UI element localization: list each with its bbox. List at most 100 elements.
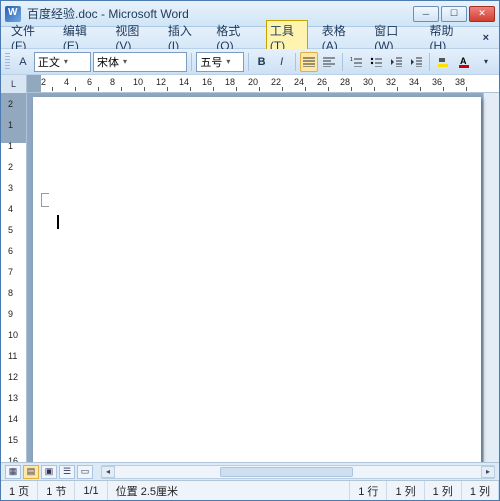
chevron-down-icon: ▾ xyxy=(123,57,127,66)
ruler-number: 38 xyxy=(455,77,465,87)
normal-view-button[interactable]: ▦ xyxy=(5,465,21,479)
ruler-number: 36 xyxy=(432,77,442,87)
work-area: 21123456789101112131415161718 xyxy=(1,93,499,462)
style-value: 正文 xyxy=(38,54,60,70)
ruler-number: 3 xyxy=(8,183,13,193)
ruler-number: 12 xyxy=(8,372,18,382)
decrease-indent-button[interactable] xyxy=(387,52,405,72)
highlight-button[interactable] xyxy=(434,52,454,72)
formatting-toolbar: A 正文▾ 宋体▾ 五号▾ B I 1 A xyxy=(1,49,499,75)
increase-indent-button[interactable] xyxy=(407,52,425,72)
svg-text:A: A xyxy=(460,56,467,66)
ruler-tick xyxy=(98,87,99,91)
align-left-button[interactable] xyxy=(320,52,338,72)
ruler-number: 2 xyxy=(8,99,13,109)
ruler-tick xyxy=(420,87,421,91)
status-col1[interactable]: 1 列 xyxy=(387,481,424,500)
ruler-number: 16 xyxy=(202,77,212,87)
size-combo[interactable]: 五号▾ xyxy=(196,52,243,72)
font-color-button[interactable]: A xyxy=(455,52,475,72)
ruler-number: 32 xyxy=(386,77,396,87)
reading-view-button[interactable]: ▭ xyxy=(77,465,93,479)
status-col2[interactable]: 1 列 xyxy=(425,481,462,500)
ruler-number: 28 xyxy=(340,77,350,87)
numbered-list-button[interactable]: 1 xyxy=(347,52,365,72)
svg-text:1: 1 xyxy=(350,57,353,63)
font-value: 宋体 xyxy=(97,54,119,70)
close-document-button[interactable]: × xyxy=(479,32,493,44)
ruler-number: 14 xyxy=(8,414,18,424)
ruler-margin-top xyxy=(1,93,26,143)
status-page[interactable]: 1 页 xyxy=(1,481,38,500)
web-layout-view-button[interactable]: ▣ xyxy=(41,465,57,479)
bold-button[interactable]: B xyxy=(253,52,271,72)
size-value: 五号 xyxy=(200,54,222,70)
status-pages[interactable]: 1/1 xyxy=(75,481,107,500)
styles-pane-button[interactable]: A xyxy=(14,52,32,72)
align-justify-button[interactable] xyxy=(300,52,318,72)
ruler-number: 13 xyxy=(8,393,18,403)
view-bar: ▦ ▤ ▣ ☰ ▭ ◂ ▸ xyxy=(1,462,499,480)
margin-indicator-icon xyxy=(41,193,49,207)
toolbar-grip-icon[interactable] xyxy=(5,53,10,71)
outline-view-button[interactable]: ☰ xyxy=(59,465,75,479)
ruler-tick xyxy=(466,87,467,91)
close-button[interactable]: ✕ xyxy=(469,6,495,22)
ruler-number: 6 xyxy=(8,246,13,256)
status-line[interactable]: 1 行 xyxy=(350,481,387,500)
ruler-number: 10 xyxy=(8,330,18,340)
ruler-number: 2 xyxy=(8,162,13,172)
ruler-tick xyxy=(213,87,214,91)
ruler-scale: 2468101214161820222426283032343638 xyxy=(27,75,499,92)
ruler-tick xyxy=(236,87,237,91)
separator xyxy=(342,53,343,71)
scroll-thumb[interactable] xyxy=(220,467,353,477)
status-position[interactable]: 位置 2.5厘米 xyxy=(108,481,351,500)
ruler-number: 11 xyxy=(8,351,17,361)
bulleted-list-icon xyxy=(370,57,382,67)
vertical-ruler[interactable]: 21123456789101112131415161718 xyxy=(1,93,27,462)
scroll-left-button[interactable]: ◂ xyxy=(101,466,115,478)
ruler-number: 22 xyxy=(271,77,281,87)
chevron-down-icon: ▾ xyxy=(64,57,68,66)
separator xyxy=(191,53,192,71)
ruler-tick xyxy=(52,87,53,91)
word-window: 百度经验.doc - Microsoft Word ─ ☐ ✕ 文件(F) 编辑… xyxy=(0,0,500,501)
ruler-number: 34 xyxy=(409,77,419,87)
status-bar: 1 页 1 节 1/1 位置 2.5厘米 1 行 1 列 1 列 1 列 xyxy=(1,480,499,500)
status-col3[interactable]: 1 列 xyxy=(462,481,499,500)
ruler-tick xyxy=(305,87,306,91)
ruler-tick xyxy=(144,87,145,91)
align-left-icon xyxy=(323,57,335,67)
ruler-tick xyxy=(259,87,260,91)
ruler-number: 12 xyxy=(156,77,166,87)
document-page[interactable] xyxy=(33,97,481,462)
align-justify-icon xyxy=(303,57,315,67)
ruler-tick xyxy=(282,87,283,91)
horizontal-ruler[interactable]: L 2468101214161820222426283032343638 xyxy=(1,75,499,93)
ruler-number: 7 xyxy=(8,267,13,277)
page-viewport[interactable] xyxy=(27,93,483,462)
ruler-number: 1 xyxy=(8,120,13,130)
print-layout-view-button[interactable]: ▤ xyxy=(23,465,39,479)
scroll-right-button[interactable]: ▸ xyxy=(481,466,495,478)
vertical-scrollbar[interactable] xyxy=(483,93,499,462)
status-section[interactable]: 1 节 xyxy=(38,481,75,500)
ruler-number: 4 xyxy=(64,77,69,87)
toolbar-options-button[interactable]: ▾ xyxy=(477,52,495,72)
separator xyxy=(429,53,430,71)
horizontal-scrollbar[interactable]: ◂ ▸ xyxy=(101,465,495,479)
separator xyxy=(295,53,296,71)
highlight-icon xyxy=(437,56,451,68)
font-combo[interactable]: 宋体 ▾ xyxy=(93,52,187,72)
ruler-number: 5 xyxy=(8,225,13,235)
ruler-number: 10 xyxy=(133,77,143,87)
increase-indent-icon xyxy=(410,57,422,67)
style-combo[interactable]: 正文 ▾ xyxy=(34,52,91,72)
ruler-tick xyxy=(121,87,122,91)
separator xyxy=(248,53,249,71)
ruler-number: 18 xyxy=(225,77,235,87)
italic-button[interactable]: I xyxy=(273,52,291,72)
bulleted-list-button[interactable] xyxy=(367,52,385,72)
tab-selector[interactable]: L xyxy=(1,75,27,93)
